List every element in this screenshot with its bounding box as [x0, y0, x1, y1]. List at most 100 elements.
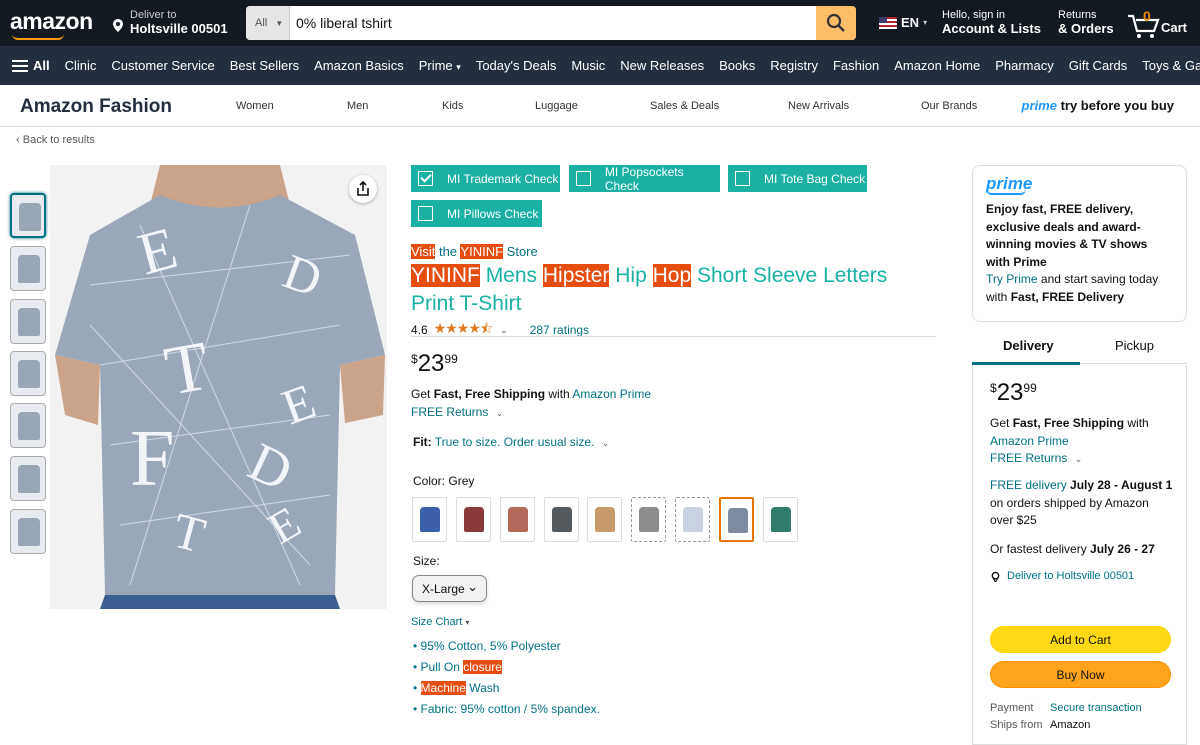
buybox-shipping: Get Fast, Free Shipping with Amazon Prim… [990, 415, 1175, 469]
search-category-select[interactable]: All [246, 6, 290, 40]
fashion-link-kids[interactable]: Kids [442, 100, 463, 112]
prime-promo-box: prime Enjoy fast, FREE delivery, exclusi… [972, 165, 1187, 322]
mi-pillows-check-button[interactable]: MI Pillows Check [411, 200, 542, 227]
tshirt-icon [18, 360, 40, 388]
store-link[interactable]: Visit the YININF Store [411, 244, 538, 259]
fashion-link-luggage[interactable]: Luggage [535, 100, 578, 112]
thumbnail-image[interactable] [10, 351, 46, 396]
fit-info[interactable]: Fit: True to size. Order usual size. ⌄ [413, 435, 609, 449]
color-swatch[interactable] [587, 497, 622, 542]
color-swatch-unavailable[interactable] [675, 497, 710, 542]
bullet-item: 95% Cotton, 5% Polyester [413, 638, 600, 659]
nav-books[interactable]: Books [719, 58, 755, 73]
fashion-link-men[interactable]: Men [347, 100, 368, 112]
check-label: MI Pillows Check [447, 206, 539, 221]
size-chart-link[interactable]: Size Chart ▾ [411, 616, 469, 628]
deliver-location: Holtsville 00501 [130, 21, 228, 36]
nav-gift-cards[interactable]: Gift Cards [1069, 58, 1128, 73]
address-text: Deliver to Holtsville 00501 [1007, 570, 1135, 582]
location-pin-icon [113, 19, 123, 32]
color-swatch[interactable] [412, 497, 447, 542]
thumbnail-image[interactable] [10, 403, 46, 448]
thumbnail-image[interactable] [10, 509, 46, 554]
try-prime-link[interactable]: Try Prime [986, 272, 1038, 286]
nav-clinic[interactable]: Clinic [65, 58, 97, 73]
deliver-to-address-link[interactable]: Deliver to Holtsville 00501 [990, 570, 1134, 582]
account-menu[interactable]: Hello, sign in Account & Lists [942, 9, 1041, 36]
mi-tote-bag-check-button[interactable]: MI Tote Bag Check [728, 165, 867, 192]
amazon-prime-link[interactable]: Amazon Prime [572, 387, 651, 401]
search-button[interactable] [816, 6, 856, 40]
nav-amazon-basics[interactable]: Amazon Basics [314, 58, 404, 73]
nav-toys-games[interactable]: Toys & Games [1142, 58, 1200, 73]
chevron-down-icon[interactable]: ⌄ [500, 325, 508, 336]
thumbnail-image[interactable] [10, 456, 46, 501]
tab-delivery[interactable]: Delivery [1003, 338, 1054, 353]
nav-pharmacy[interactable]: Pharmacy [995, 58, 1054, 73]
ships-from-label: Ships from [990, 719, 1043, 731]
fashion-link-women[interactable]: Women [236, 100, 274, 112]
tab-pickup[interactable]: Pickup [1115, 338, 1154, 353]
checkbox-checked-icon [418, 171, 433, 186]
nav-prime[interactable]: Prime ▾ [419, 58, 461, 73]
bullet-item: Machine Wash [413, 680, 600, 701]
add-to-cart-button[interactable]: Add to Cart [990, 626, 1171, 653]
nav-registry[interactable]: Registry [770, 58, 818, 73]
cart-count: 0 [1143, 8, 1151, 24]
mi-popsockets-check-button[interactable]: MI Popsockets Check [569, 165, 720, 193]
prime-try-before-buy[interactable]: prime try before you buy [1022, 98, 1174, 113]
svg-text:F: F [130, 415, 175, 503]
buy-now-button[interactable]: Buy Now [990, 661, 1171, 688]
amazon-logo[interactable]: amazon [10, 8, 93, 35]
thumbnail-image[interactable] [10, 193, 46, 238]
nav-best-sellers[interactable]: Best Sellers [230, 58, 299, 73]
tshirt-icon [771, 507, 791, 532]
product-price: $2399 [411, 350, 458, 378]
free-returns-link[interactable]: FREE Returns ⌄ [411, 405, 503, 419]
nav-new-releases[interactable]: New Releases [620, 58, 704, 73]
color-swatch[interactable] [544, 497, 579, 542]
amazon-prime-link[interactable]: Amazon Prime [990, 434, 1069, 448]
nav-fashion[interactable]: Fashion [833, 58, 879, 73]
fashion-bar: Amazon Fashion Women Men Kids Luggage Sa… [0, 85, 1200, 127]
size-select[interactable]: X-Large [412, 575, 487, 602]
store-visit-word: Visit [411, 244, 436, 259]
nav-amazon-home[interactable]: Amazon Home [894, 58, 980, 73]
color-swatch-unavailable[interactable] [631, 497, 666, 542]
fashion-link-new-arrivals[interactable]: New Arrivals [788, 100, 849, 112]
color-swatch-selected[interactable] [719, 497, 754, 542]
checkbox-icon [576, 171, 591, 186]
fashion-link-sales-deals[interactable]: Sales & Deals [650, 100, 719, 112]
mi-trademark-check-button[interactable]: MI Trademark Check [411, 165, 560, 192]
main-product-image[interactable]: E D T F D E T E [50, 165, 387, 609]
nav-music[interactable]: Music [571, 58, 605, 73]
secure-transaction-link[interactable]: Secure transaction [1050, 702, 1142, 714]
fashion-link-our-brands[interactable]: Our Brands [921, 100, 977, 112]
ratings-count-link[interactable]: 287 ratings [530, 323, 589, 337]
chevron-down-icon: ▾ [456, 62, 461, 72]
ships-from-value: Amazon [1050, 719, 1091, 731]
cart-button[interactable]: 0 Cart [1127, 8, 1197, 40]
search-input[interactable] [296, 6, 816, 40]
returns-orders[interactable]: Returns & Orders [1058, 9, 1114, 36]
free-returns-link[interactable]: FREE Returns [990, 451, 1067, 465]
language-selector[interactable]: EN ▾ [879, 15, 927, 30]
delivery-estimate: FREE delivery July 28 - August 1 on orde… [990, 477, 1175, 530]
color-swatch[interactable] [763, 497, 798, 542]
back-to-results-link[interactable]: ‹ Back to results [16, 134, 95, 146]
free-delivery-link[interactable]: FREE delivery [990, 478, 1067, 492]
ship-with: with [548, 387, 570, 401]
nav-todays-deals[interactable]: Today's Deals [476, 58, 557, 73]
share-button[interactable] [349, 175, 377, 203]
delivery-pickup-tabs: Delivery Pickup [972, 329, 1187, 365]
ship-with: with [1127, 416, 1149, 430]
thumbnail-image[interactable] [10, 246, 46, 291]
all-menu-button[interactable]: All [12, 58, 50, 73]
star-rating-icon[interactable]: ★★★★⯪ [434, 318, 493, 342]
thumbnail-image[interactable] [10, 299, 46, 344]
color-swatch[interactable] [500, 497, 535, 542]
nav-customer-service[interactable]: Customer Service [111, 58, 214, 73]
color-swatch[interactable] [456, 497, 491, 542]
fit-value: True to size. Order usual size. [434, 435, 595, 449]
amazon-fashion-brand[interactable]: Amazon Fashion [20, 96, 172, 118]
